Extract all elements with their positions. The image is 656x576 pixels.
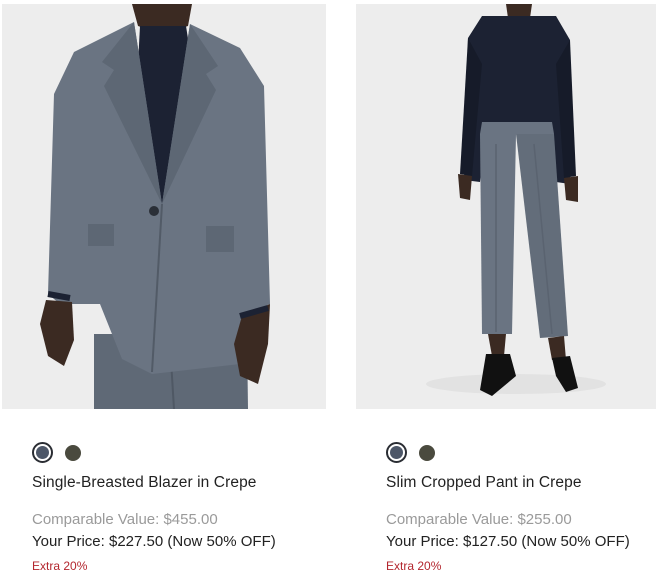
color-swatches	[386, 442, 435, 463]
color-swatches	[32, 442, 81, 463]
extra-discount-badge: Extra 20%	[32, 559, 88, 573]
extra-discount-badge: Extra 20%	[386, 559, 442, 573]
your-price: Your Price: $127.50 (Now 50% OFF)	[386, 533, 630, 550]
color-swatch-slate-selected[interactable]	[386, 442, 407, 463]
pant-photo	[356, 4, 656, 409]
color-swatch-slate-selected[interactable]	[32, 442, 53, 463]
blazer-photo	[2, 4, 326, 409]
color-swatch-olive[interactable]	[419, 444, 435, 461]
comparable-value: Comparable Value: $255.00	[386, 511, 572, 528]
product-image-blazer[interactable]	[2, 4, 326, 409]
product-name[interactable]: Single-Breasted Blazer in Crepe	[32, 474, 257, 492]
product-image-pant[interactable]	[356, 4, 656, 409]
color-swatch-olive[interactable]	[65, 444, 81, 461]
product-name[interactable]: Slim Cropped Pant in Crepe	[386, 474, 582, 492]
your-price: Your Price: $227.50 (Now 50% OFF)	[32, 533, 276, 550]
comparable-value: Comparable Value: $455.00	[32, 511, 218, 528]
